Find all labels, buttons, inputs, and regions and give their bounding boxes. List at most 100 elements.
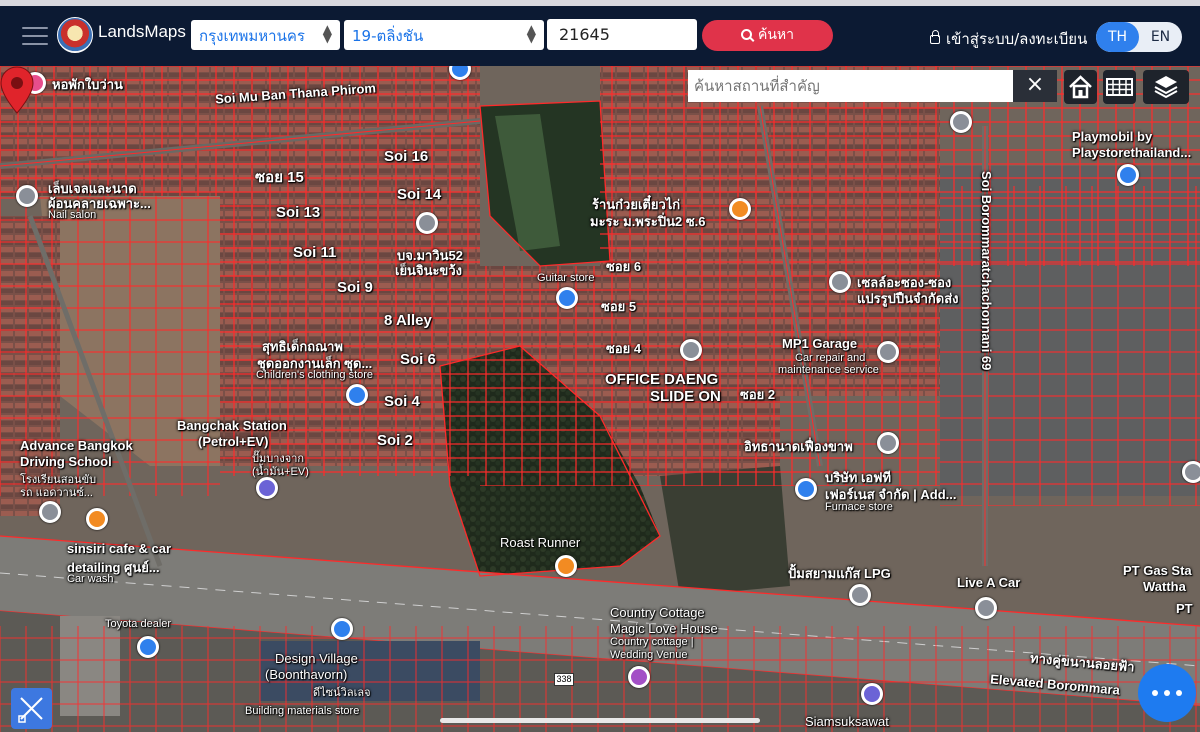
poi-pin[interactable] (1182, 461, 1200, 483)
map-label: Magic Love House (610, 621, 718, 636)
home-button[interactable] (1064, 70, 1097, 104)
map-label: Car repair and (795, 352, 866, 364)
map-label: อิทธานาดเฟื่องขาพ (744, 439, 853, 454)
poi-pin[interactable] (137, 636, 159, 658)
lang-th-button[interactable]: TH (1096, 22, 1139, 52)
search-icon (740, 29, 752, 40)
map-label: PT (1176, 601, 1193, 616)
hamburger-icon[interactable] (22, 26, 48, 46)
map-label: ซอย 5 (601, 299, 637, 314)
map-label: ดีไซน์วิลเลจ (313, 687, 371, 699)
map-label: Bangchak Station (177, 418, 287, 433)
home-indicator (440, 718, 760, 723)
poi-pin[interactable] (331, 618, 353, 640)
map-label: Playmobil by (1072, 129, 1153, 144)
login-label: เข้าสู่ระบบ/ลงทะเบียน (946, 30, 1088, 48)
poi-pin[interactable] (1117, 164, 1139, 186)
map-label: ซอย 2 (740, 387, 776, 402)
map-label: Toyota dealer (105, 618, 172, 630)
poi-pin[interactable] (16, 185, 38, 207)
poi-pin[interactable] (975, 597, 997, 619)
district-select-value: 19-ตลิ่งชัน (352, 27, 424, 45)
map-label: (น้ำมัน+EV) (252, 466, 309, 478)
map-label: maintenance service (778, 364, 879, 376)
poi-pin[interactable] (849, 584, 871, 606)
grid-icon (1106, 78, 1133, 96)
map-label: Building materials store (245, 705, 360, 717)
map-label: เย็นจินะขว้ง (395, 263, 462, 278)
measure-tool-button[interactable] (11, 688, 52, 729)
more-dots-icon[interactable] (1138, 664, 1196, 722)
app-title: LandsMaps (98, 22, 186, 41)
route-shield: 338 (554, 673, 574, 686)
app-header: LandsMaps กรุงเทพมหานคร ▲ ▼ 19-ตลิ่งชัน ▲… (0, 6, 1200, 66)
poi-pin[interactable] (39, 501, 61, 523)
poi-pin[interactable] (950, 111, 972, 133)
poi-pin[interactable] (877, 341, 899, 363)
poi-pin[interactable] (555, 555, 577, 577)
poi-pin[interactable] (680, 339, 702, 361)
map-label: Children's clothing store (256, 369, 374, 381)
map-label: Playstorethailand... (1072, 145, 1192, 160)
map-label: Nail salon (48, 209, 97, 221)
layers-icon (1154, 76, 1178, 99)
map-label: แปรรูปปืนจำกัดส่ง (857, 291, 959, 306)
poi-pin[interactable] (556, 287, 578, 309)
search-button[interactable]: ค้นหา (702, 20, 833, 51)
map-label: มะระ ม.พระปิ่น2 ซ.6 (590, 214, 706, 229)
chevron-updown-icon: ▲ ▼ (526, 22, 536, 45)
parcel-number-input[interactable] (547, 19, 697, 50)
close-icon[interactable]: × (1013, 70, 1057, 102)
district-select[interactable]: 19-ตลิ่งชัน ▲ ▼ (344, 20, 544, 50)
map-label: Guitar store (537, 272, 595, 284)
language-toggle: TH EN (1096, 22, 1182, 52)
map-label: Soi 9 (337, 279, 373, 296)
poi-pin[interactable] (829, 271, 851, 293)
map-label: Soi 4 (384, 393, 420, 410)
map-label: Soi 2 (377, 432, 413, 449)
poi-pin[interactable] (256, 477, 278, 499)
grid-button[interactable] (1103, 70, 1136, 104)
map-label: ซอย 6 (606, 259, 642, 274)
map-label: Roast Runner (500, 535, 581, 550)
poi-pin[interactable] (795, 478, 817, 500)
chevron-updown-icon: ▲ ▼ (322, 22, 332, 45)
map-label: Country Cottage (610, 605, 705, 620)
login-link[interactable]: เข้าสู่ระบบ/ลงทะเบียน (930, 27, 1087, 51)
map-label: หอพักใบว่าน (52, 77, 123, 92)
map-label: OFFICE DAENG (605, 371, 719, 388)
poi-pin[interactable] (729, 198, 751, 220)
map-label: Soi 14 (397, 186, 442, 203)
poi-pin[interactable] (628, 666, 650, 688)
home-icon (1069, 75, 1092, 99)
map-label: MP1 Garage (782, 336, 858, 351)
map-label: (Petrol+EV) (198, 434, 269, 449)
poi-pin[interactable] (86, 508, 108, 530)
map-label: ซอย 4 (606, 341, 642, 356)
place-search-input[interactable] (688, 70, 1013, 102)
map-label: Advance Bangkok (20, 438, 133, 453)
poi-pin[interactable] (877, 432, 899, 454)
province-select-value: กรุงเทพมหานคร (199, 27, 305, 45)
map-pin-icon[interactable] (0, 66, 34, 114)
poi-pin[interactable] (346, 384, 368, 406)
map-label: PT Gas Sta (1123, 563, 1192, 578)
layers-button[interactable] (1143, 70, 1189, 104)
province-select[interactable]: กรุงเทพมหานคร ▲ ▼ (191, 20, 340, 50)
map-label: ซอย 15 (255, 169, 304, 186)
department-logo[interactable] (57, 17, 93, 53)
map-label: (Boonthavorn) (265, 667, 348, 682)
map-label: Furnace store (825, 501, 893, 513)
satellite-map[interactable]: หอพักใบว่าน Soi Mu Ban Thana Phirom Soi … (0, 66, 1200, 732)
poi-pin[interactable] (861, 683, 883, 705)
map-label: Car wash (67, 573, 114, 585)
lock-icon (930, 30, 940, 44)
poi-pin[interactable] (416, 212, 438, 234)
map-label: Wedding Venue (610, 649, 688, 661)
map-label: Soi 16 (384, 148, 429, 165)
lang-en-button[interactable]: EN (1139, 22, 1182, 52)
map-label: Siamsuksawat (805, 714, 889, 729)
map-label: Soi 11 (293, 244, 337, 261)
ruler-icon (18, 697, 43, 723)
map-imagery (0, 66, 1200, 732)
